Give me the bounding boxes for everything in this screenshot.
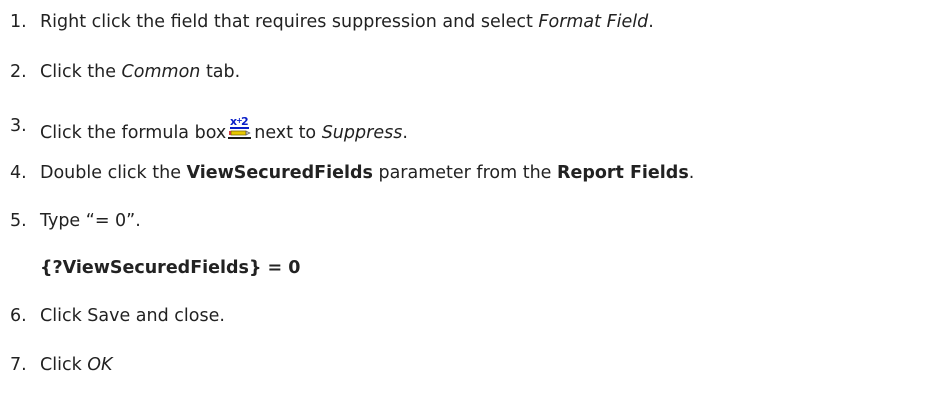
step-number: 1. xyxy=(10,12,27,32)
menu-option-format-field: Format Field xyxy=(538,12,649,32)
step-text: Click Save and close. xyxy=(40,306,225,326)
step-text: Double click the ViewSecuredFields param… xyxy=(40,161,694,185)
step-text-part: . xyxy=(688,163,695,183)
step-number: 5. xyxy=(10,211,27,231)
step-text-part: Click xyxy=(40,355,88,375)
step-text-part: Double click the xyxy=(40,163,187,183)
step-text: Click OK xyxy=(40,353,113,377)
step-text-part: parameter from the xyxy=(372,163,557,183)
step-text: Click the formula box x + 2 next to Supp… xyxy=(40,114,408,145)
step-text: Type “= 0”. xyxy=(40,211,141,231)
tab-name-common: Common xyxy=(121,62,201,82)
step-text-part: tab. xyxy=(200,62,241,82)
step-number: 4. xyxy=(10,163,27,183)
step-text-part: Right click the field that requires supp… xyxy=(40,12,539,32)
report-fields-label: Report Fields xyxy=(557,163,689,183)
svg-text:2: 2 xyxy=(241,115,249,128)
formula-example: {?ViewSecuredFields} = 0 xyxy=(40,258,301,278)
step-text-part: . xyxy=(402,123,408,143)
step-text: Click the Common tab. xyxy=(40,60,240,84)
step-text-part: . xyxy=(648,12,654,32)
formula-button-icon: x + 2 xyxy=(228,114,252,140)
step-number: 3. xyxy=(10,116,27,136)
parameter-name: ViewSecuredFields xyxy=(186,163,373,183)
step-number: 2. xyxy=(10,62,27,82)
button-name-ok: OK xyxy=(87,355,113,375)
step-text-part: Click the formula box xyxy=(40,123,227,143)
step-text-part: next to xyxy=(254,123,322,143)
step-number: 7. xyxy=(10,355,27,375)
step-number: 6. xyxy=(10,306,27,326)
step-text-part: Click the xyxy=(40,62,122,82)
step-text: Right click the field that requires supp… xyxy=(40,10,654,34)
option-suppress: Suppress xyxy=(321,123,403,143)
